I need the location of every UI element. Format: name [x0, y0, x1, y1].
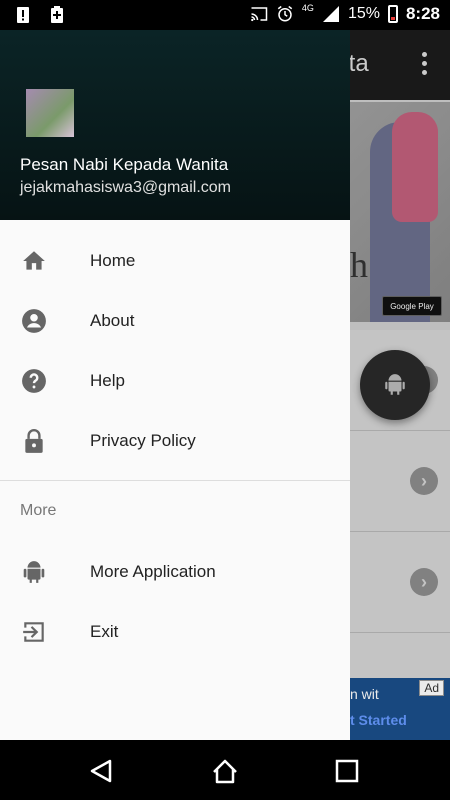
- account-circle-icon: [22, 309, 46, 333]
- help-icon: [22, 369, 46, 393]
- menu-item-privacy-policy[interactable]: Privacy Policy: [0, 410, 350, 470]
- menu-item-label: About: [90, 311, 135, 330]
- menu-item-label: Privacy Policy: [90, 431, 196, 450]
- home-icon: [23, 251, 45, 270]
- clock: 8:28: [405, 4, 440, 23]
- menu-item-home[interactable]: Home: [0, 230, 350, 290]
- exit-icon: [23, 622, 44, 642]
- menu-item-label: Help: [90, 371, 125, 390]
- network-type-label: 4G: [301, 3, 314, 13]
- home-nav-icon[interactable]: [212, 758, 238, 784]
- menu-item-label: Exit: [90, 622, 119, 641]
- alarm-icon: [277, 5, 293, 22]
- drawer-divider: [0, 480, 350, 481]
- signal-icon: [322, 6, 339, 22]
- battery-percent: 15%: [347, 5, 380, 22]
- menu-item-exit[interactable]: Exit: [0, 601, 350, 661]
- recents-icon[interactable]: [334, 758, 360, 784]
- battery-icon: [387, 5, 398, 23]
- drawer-more-menu: More Application Exit: [0, 541, 350, 661]
- drawer-header: Pesan Nabi Kepada Wanita jejakmahasiswa3…: [0, 30, 350, 220]
- drawer-menu: Home About Help Privacy Policy: [0, 230, 350, 470]
- menu-item-help[interactable]: Help: [0, 350, 350, 410]
- lock-icon: [25, 429, 43, 453]
- alert-icon: [17, 7, 29, 23]
- navigation-drawer: Pesan Nabi Kepada Wanita jejakmahasiswa3…: [0, 30, 350, 740]
- drawer-header-email: jejakmahasiswa3@gmail.com: [20, 179, 231, 196]
- battery-charging-icon: [51, 6, 63, 23]
- drawer-section-header: More: [20, 502, 57, 519]
- menu-item-more-application[interactable]: More Application: [0, 541, 350, 601]
- status-bar: 4G 15% 8:28: [0, 0, 450, 30]
- menu-item-label: More Application: [90, 562, 216, 581]
- back-icon[interactable]: [88, 758, 114, 784]
- menu-item-about[interactable]: About: [0, 290, 350, 350]
- avatar: [26, 89, 74, 137]
- system-nav-bar: [0, 740, 450, 800]
- menu-item-label: Home: [90, 251, 136, 270]
- cast-icon: [251, 7, 268, 22]
- drawer-header-name: Pesan Nabi Kepada Wanita: [20, 155, 229, 174]
- android-icon: [23, 561, 45, 583]
